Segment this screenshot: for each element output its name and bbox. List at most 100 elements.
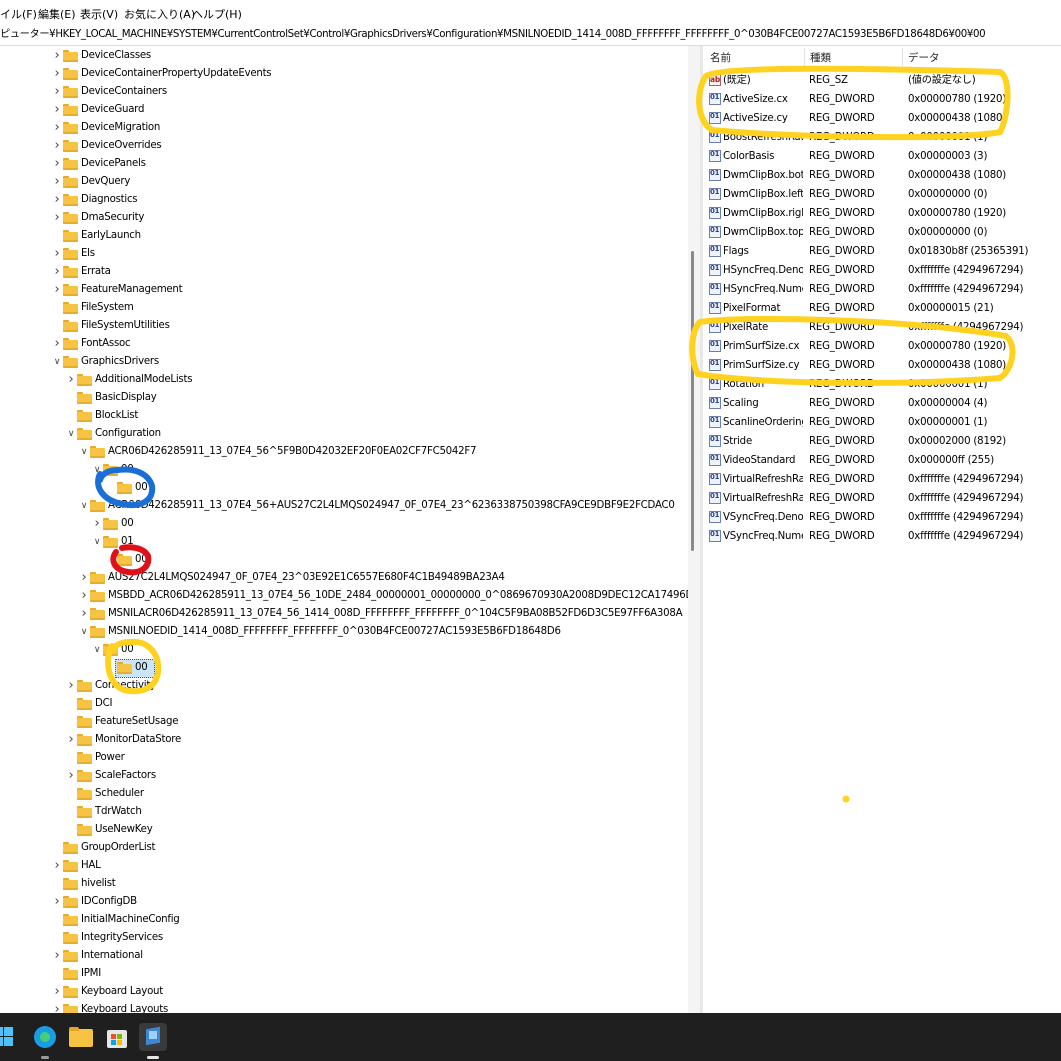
menu-favorites[interactable]: お気に入り(A) (124, 6, 195, 22)
value-row[interactable]: 01 10PixelFormat REG_DWORD 0x00000015 (21) (704, 299, 1061, 318)
value-row[interactable]: 01 10VirtualRefreshRate.Numerator REG_DWO… (704, 489, 1061, 508)
chevron-right-icon[interactable]: › (52, 101, 62, 119)
tree-node[interactable]: 00 (0, 551, 688, 569)
chevron-right-icon[interactable]: › (52, 263, 62, 281)
chevron-right-icon[interactable]: › (52, 137, 62, 155)
tree-node[interactable]: UseNewKey (0, 821, 688, 839)
menu-edit[interactable]: 編集(E) (38, 6, 76, 22)
chevron-right-icon[interactable]: › (79, 587, 89, 605)
tree-node[interactable]: BasicDisplay (0, 389, 688, 407)
tree-node[interactable]: › MSNILACR06D426285911_13_07E4_56_1414_00… (0, 605, 688, 623)
tree-node[interactable]: ∨ 00 (0, 461, 688, 479)
tree-node[interactable]: ∨ MSNILNOEDID_1414_008D_FFFFFFFF_FFFFFFFF… (0, 623, 688, 641)
tree-node[interactable]: › Errata (0, 263, 688, 281)
chevron-right-icon[interactable]: › (52, 893, 62, 911)
value-row[interactable]: 01 10Stride REG_DWORD 0x00002000 (8192) (704, 432, 1061, 451)
value-row[interactable]: 01 10ActiveSize.cy REG_DWORD 0x00000438 (1… (704, 109, 1061, 128)
column-divider[interactable] (902, 48, 903, 66)
tree-node[interactable]: EarlyLaunch (0, 227, 688, 245)
value-row[interactable]: 01 10HSyncFreq.Numerator REG_DWORD 0xfffff… (704, 280, 1061, 299)
tree-node[interactable]: › Els (0, 245, 688, 263)
tree-node[interactable]: IntegrityServices (0, 929, 688, 947)
tree-node[interactable]: FeatureSetUsage (0, 713, 688, 731)
value-row[interactable]: 01 10DwmClipBox.left REG_DWORD 0x00000000 … (704, 185, 1061, 204)
tree-node[interactable]: › Connectivity (0, 677, 688, 695)
tree-node[interactable]: › DeviceClasses (0, 47, 688, 65)
tree-node[interactable]: › 00 (0, 515, 688, 533)
chevron-right-icon[interactable]: › (52, 83, 62, 101)
menu-view[interactable]: 表示(V) (80, 6, 118, 22)
value-row[interactable]: 01 10ColorBasis REG_DWORD 0x00000003 (3) (704, 147, 1061, 166)
tree-node[interactable]: › Keyboard Layouts (0, 1001, 688, 1013)
tree-node[interactable]: › AUS27C2L4LMQS024947_0F_07E4_23^03E92E1C… (0, 569, 688, 587)
value-row[interactable]: 01 10VideoStandard REG_DWORD 0x000000ff (2… (704, 451, 1061, 470)
tree-node[interactable]: › DmaSecurity (0, 209, 688, 227)
chevron-right-icon[interactable]: › (52, 173, 62, 191)
chevron-down-icon[interactable]: ∨ (92, 461, 102, 479)
tree-scrollbar[interactable] (688, 46, 700, 1013)
chevron-right-icon[interactable]: › (66, 371, 76, 389)
chevron-right-icon[interactable]: › (52, 947, 62, 965)
chevron-right-icon[interactable]: › (79, 569, 89, 587)
menu-file[interactable]: イル(F) (0, 6, 37, 22)
chevron-right-icon[interactable]: › (52, 1001, 62, 1013)
chevron-right-icon[interactable]: › (52, 155, 62, 173)
microsoft-store-icon[interactable] (103, 1023, 131, 1051)
chevron-right-icon[interactable]: › (52, 245, 62, 263)
tree-node[interactable]: GroupOrderList (0, 839, 688, 857)
value-row[interactable]: 01 10ScanlineOrdering REG_DWORD 0x00000001… (704, 413, 1061, 432)
tree-node[interactable]: ∨ ACR06D426285911_13_07E4_56^5F9B0D42032E… (0, 443, 688, 461)
tree-node[interactable]: › AdditionalModeLists (0, 371, 688, 389)
value-row[interactable]: 01 10DwmClipBox.right REG_DWORD 0x00000780… (704, 204, 1061, 223)
chevron-right-icon[interactable]: › (79, 605, 89, 623)
chevron-down-icon[interactable]: ∨ (92, 533, 102, 551)
chevron-right-icon[interactable]: › (52, 191, 62, 209)
chevron-right-icon[interactable]: › (52, 281, 62, 299)
value-row[interactable]: 01 10Scaling REG_DWORD 0x00000004 (4) (704, 394, 1061, 413)
tree-node[interactable]: ∨ 00 (0, 641, 688, 659)
value-row[interactable]: 01 10Rotation REG_DWORD 0x00000001 (1) (704, 375, 1061, 394)
tree-node[interactable]: › Diagnostics (0, 191, 688, 209)
tree-node[interactable]: IPMI (0, 965, 688, 983)
column-name[interactable]: 名前 (710, 50, 731, 65)
edge-browser-icon[interactable] (31, 1023, 59, 1059)
chevron-right-icon[interactable]: › (52, 65, 62, 83)
column-data[interactable]: データ (908, 50, 940, 65)
tree-node[interactable]: › MonitorDataStore (0, 731, 688, 749)
tree-node[interactable]: Power (0, 749, 688, 767)
chevron-right-icon[interactable]: › (66, 731, 76, 749)
value-row[interactable]: 01 10DwmClipBox.top REG_DWORD 0x00000000 (… (704, 223, 1061, 242)
menu-help[interactable]: ヘルプ(H) (192, 6, 242, 22)
windows-start-icon[interactable] (0, 1023, 22, 1051)
tree-node[interactable]: › FeatureManagement (0, 281, 688, 299)
tree-node[interactable]: › MSBDD_ACR06D426285911_13_07E4_56_10DE_2… (0, 587, 688, 605)
chevron-right-icon[interactable]: › (52, 209, 62, 227)
chevron-down-icon[interactable]: ∨ (79, 623, 89, 641)
tree-node[interactable]: ∨ GraphicsDrivers (0, 353, 688, 371)
tree-node[interactable]: › DevQuery (0, 173, 688, 191)
value-row[interactable]: 01 10HSyncFreq.Denominator REG_DWORD 0xfff… (704, 261, 1061, 280)
chevron-right-icon[interactable]: › (52, 47, 62, 65)
pane-splitter[interactable] (700, 46, 703, 1013)
address-bar[interactable]: ピューター¥HKEY_LOCAL_MACHINE¥SYSTEM¥CurrentC… (0, 25, 1061, 46)
tree-node[interactable]: DCI (0, 695, 688, 713)
tree-node[interactable]: TdrWatch (0, 803, 688, 821)
value-row[interactable]: ab (既定) REG_SZ (値の設定なし) (704, 71, 1061, 90)
tree-node[interactable]: ∨ ACR06D426285911_13_07E4_56+AUS27C2L4LMQ… (0, 497, 688, 515)
chevron-down-icon[interactable]: ∨ (79, 443, 89, 461)
tree-node[interactable]: hivelist (0, 875, 688, 893)
value-row[interactable]: 01 10VSyncFreq.Numerator REG_DWORD 0xfffff… (704, 527, 1061, 546)
tree-node[interactable]: › Keyboard Layout (0, 983, 688, 1001)
chevron-right-icon[interactable]: › (92, 515, 102, 533)
tree-node[interactable]: ∨ 01 (0, 533, 688, 551)
chevron-right-icon[interactable]: › (66, 767, 76, 785)
chevron-right-icon[interactable]: › (52, 983, 62, 1001)
tree-scrollbar-thumb[interactable] (691, 251, 694, 551)
tree-node[interactable]: › International (0, 947, 688, 965)
tree-node[interactable]: BlockList (0, 407, 688, 425)
value-row[interactable]: 01 10PrimSurfSize.cx REG_DWORD 0x00000780 … (704, 337, 1061, 356)
tree-node[interactable]: InitialMachineConfig (0, 911, 688, 929)
tree-node[interactable]: 00 (0, 479, 688, 497)
value-row[interactable]: 01 10Flags REG_DWORD 0x01830b8f (25365391) (704, 242, 1061, 261)
tree-node[interactable]: › DeviceContainerPropertyUpdateEvents (0, 65, 688, 83)
